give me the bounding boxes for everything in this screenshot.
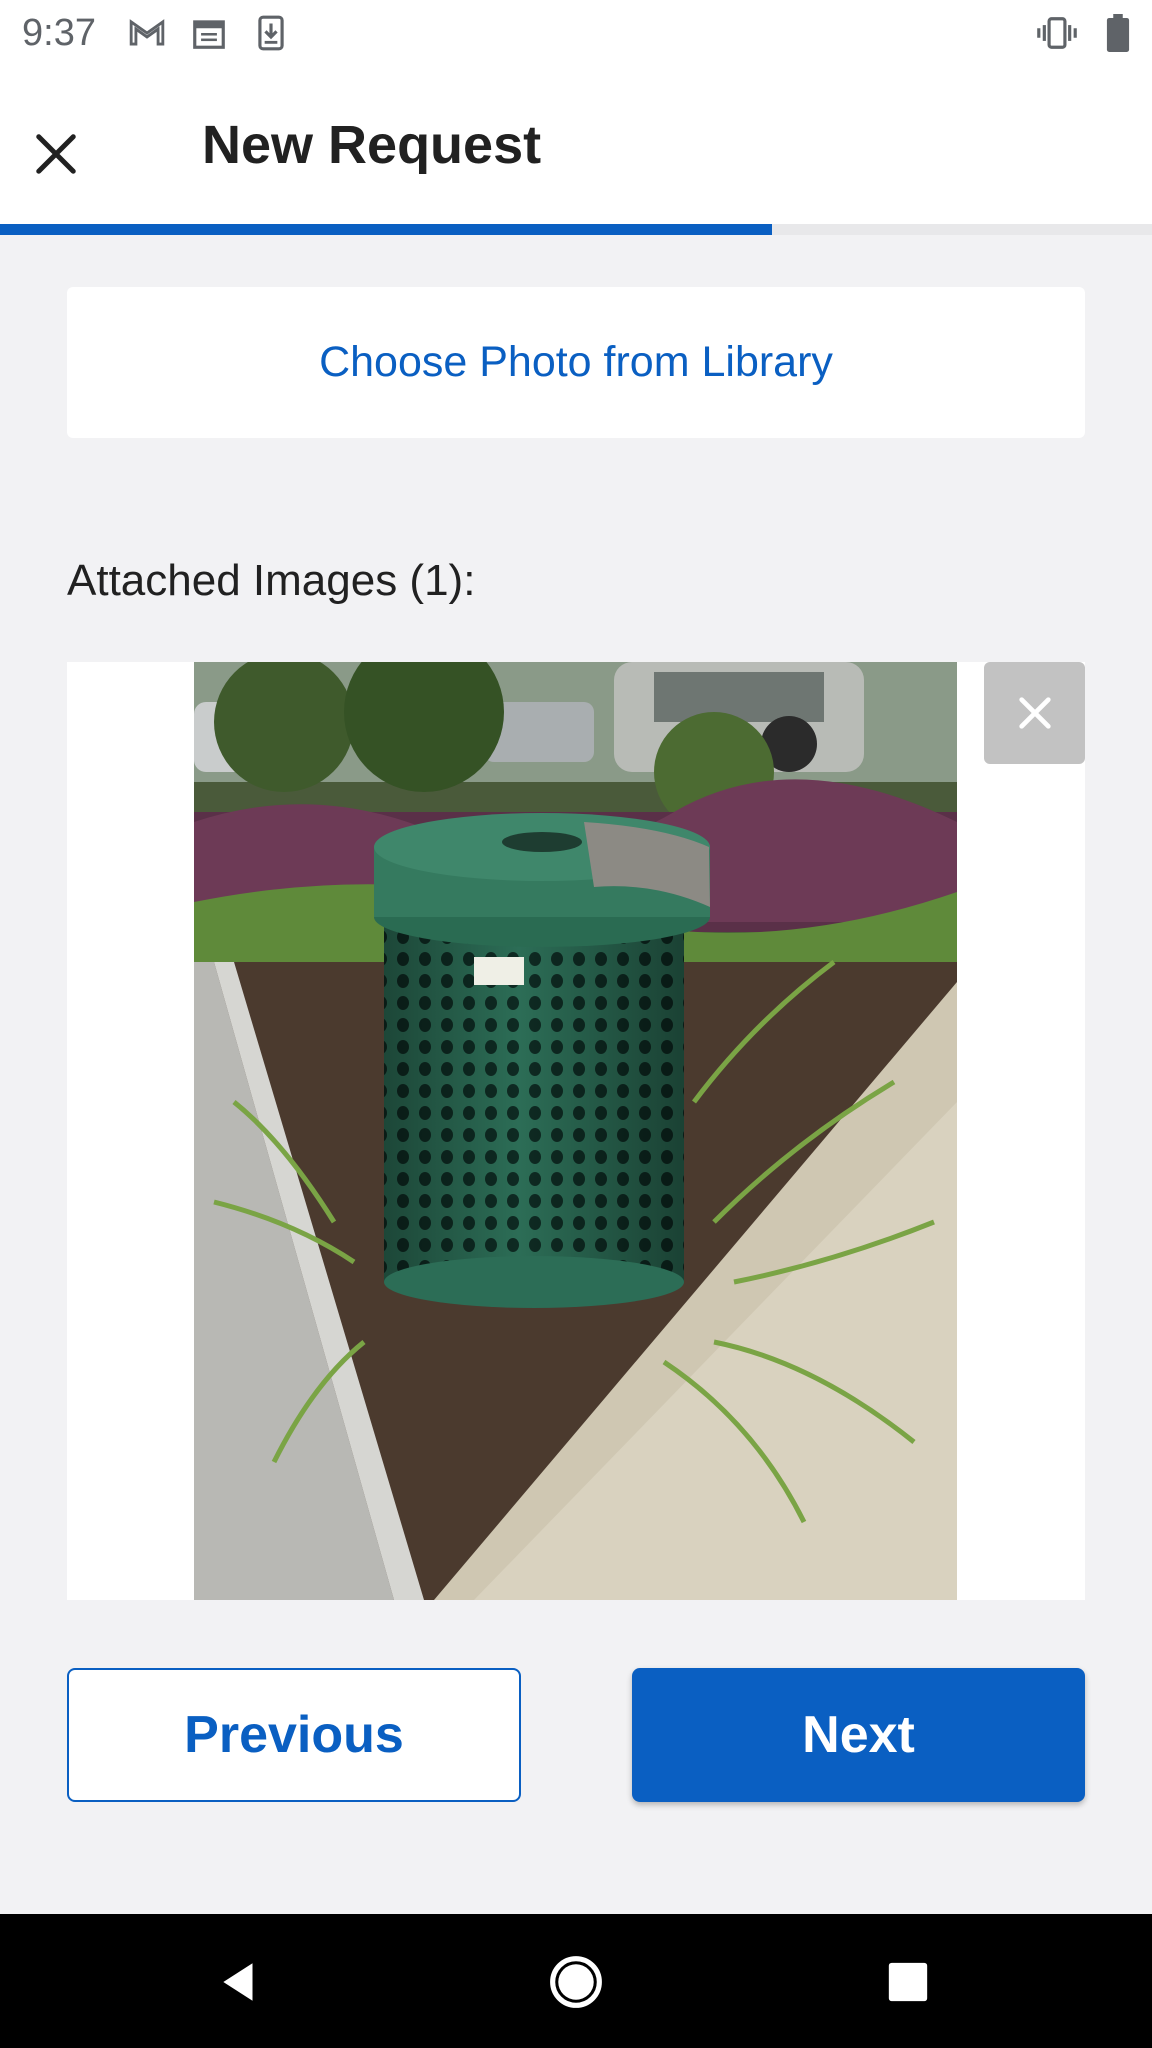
back-icon [223,1963,253,2001]
download-icon [252,14,290,52]
recents-button[interactable] [878,1952,938,2012]
attached-images-label: Attached Images (1): [67,556,476,605]
progress-fill [0,224,772,235]
home-icon [550,1956,602,2008]
navigation-bar [0,1914,1152,2048]
choose-photo-label: Choose Photo from Library [319,338,833,386]
trash-bin-photo [194,662,957,1600]
page-title: New Request [202,115,542,175]
app-bar: New Request [0,68,1152,224]
recents-icon [888,1962,928,2002]
remove-image-button[interactable] [984,662,1085,764]
vibrate-icon [1036,14,1078,52]
progress-bar [0,224,1152,235]
close-icon [36,134,76,174]
status-bar: 9:37 [0,0,1152,68]
status-time: 9:37 [22,12,96,54]
close-icon [1018,697,1051,729]
close-button[interactable] [20,118,92,190]
home-button[interactable] [546,1952,606,2012]
attached-image-frame [67,662,1085,1600]
choose-photo-button[interactable]: Choose Photo from Library [67,287,1085,438]
next-button[interactable]: Next [632,1668,1085,1802]
battery-icon [1104,14,1132,52]
back-button[interactable] [210,1952,270,2012]
previous-button[interactable]: Previous [67,1668,521,1802]
calendar-icon [190,14,228,52]
attached-photo[interactable] [194,662,957,1600]
gmail-icon [128,14,166,52]
